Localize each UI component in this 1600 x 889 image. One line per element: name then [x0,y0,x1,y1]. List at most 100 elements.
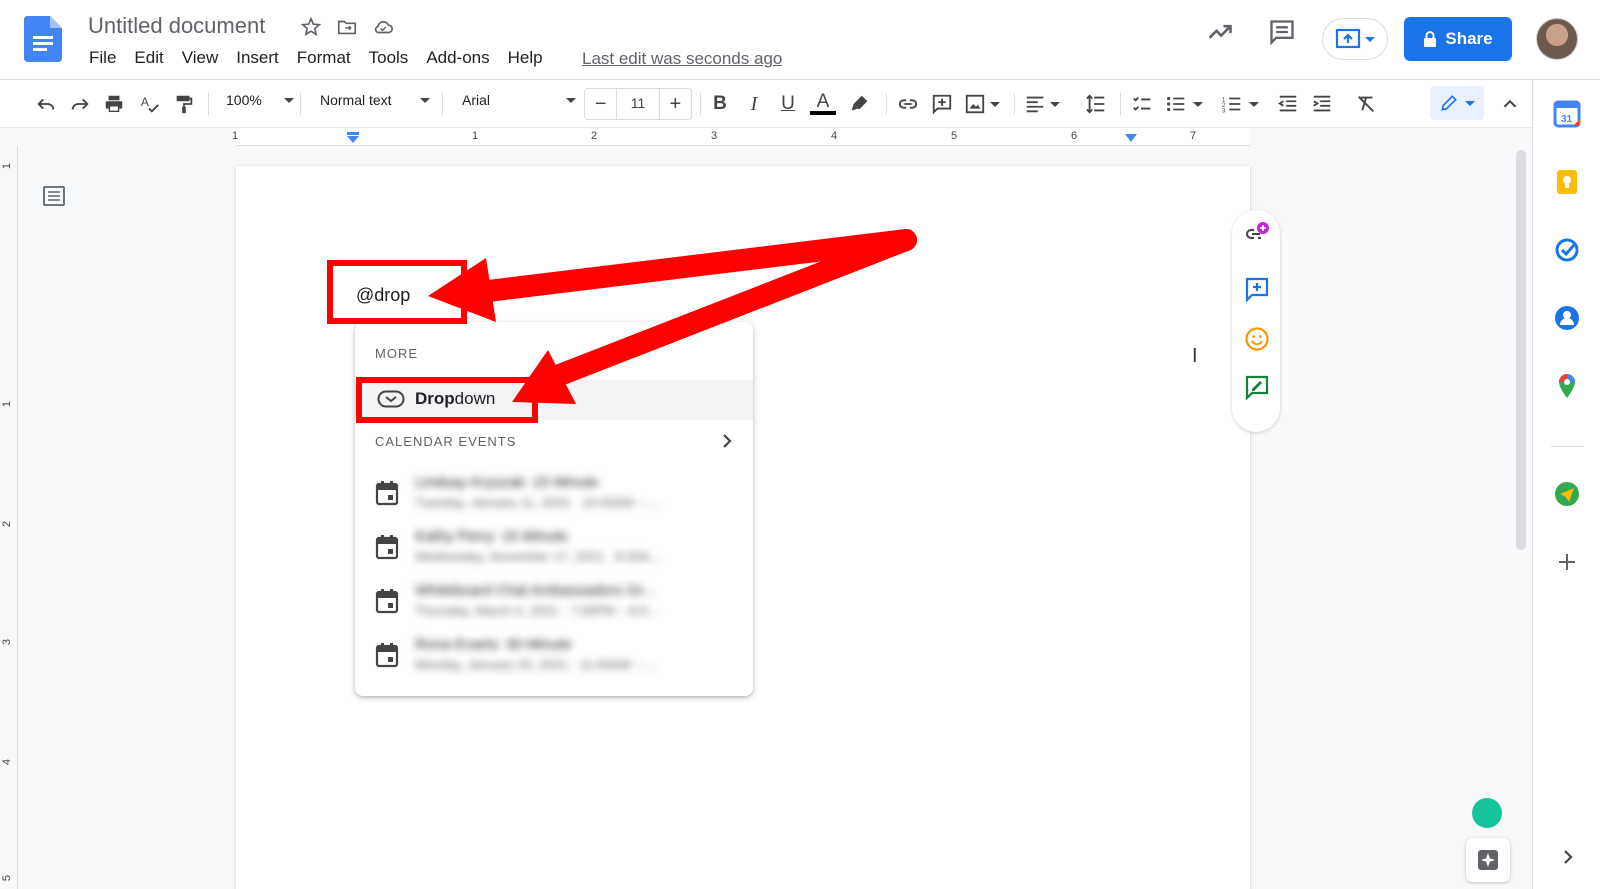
zoom-value: 100% [226,92,262,108]
font-select[interactable]: Arial [462,92,577,108]
editing-mode-button[interactable] [1430,86,1484,120]
calendar-event-icon [375,643,399,668]
avatar[interactable] [1536,18,1578,60]
bulleted-list-icon[interactable] [1162,90,1206,118]
share-button[interactable]: Share [1404,17,1512,61]
lock-icon [1424,31,1437,47]
comments-icon[interactable] [1268,18,1296,46]
menu-file[interactable]: File [80,48,125,68]
addon-paper-plane-icon[interactable] [1553,480,1581,508]
share-label: Share [1445,29,1493,48]
calendar-event-item[interactable]: Kathy Perry: 15 Minute Wednesday, Novembe… [375,526,715,574]
bold-icon[interactable]: B [706,90,734,118]
expand-side-panel-icon[interactable] [1560,848,1576,866]
star-icon[interactable] [300,16,322,38]
highlight-icon[interactable] [846,90,874,118]
chevron-down-icon [566,97,577,103]
add-comment-icon[interactable] [1244,276,1270,302]
style-value: Normal text [320,92,392,108]
chevron-down-icon [1465,100,1475,106]
zoom-select[interactable]: 100% [226,92,294,108]
spellcheck-icon[interactable]: A [136,90,164,118]
horizontal-ruler[interactable]: 1 1 2 3 4 5 6 7 [0,128,1532,146]
maps-app-icon[interactable] [1553,372,1581,400]
menu-bar: File Edit View Insert Format Tools Add-o… [80,48,552,68]
right-indent-marker[interactable] [1124,134,1138,144]
line-spacing-icon[interactable] [1082,90,1110,118]
menu-tools[interactable]: Tools [360,48,418,68]
document-title[interactable]: Untitled document [88,13,265,39]
paragraph-style-select[interactable]: Normal text [320,92,430,108]
decrease-indent-icon[interactable] [1274,90,1302,118]
insert-image-icon[interactable] [962,90,1002,118]
present-button[interactable] [1322,18,1388,60]
contacts-app-icon[interactable] [1553,304,1581,332]
increase-font-size-button[interactable]: + [660,93,691,116]
menu-view[interactable]: View [173,48,228,68]
calendar-event-item[interactable]: Whiteboard Chat Ambassadors Gr... Thursda… [375,580,715,628]
activity-trend-icon[interactable] [1206,18,1234,46]
checklist-icon[interactable] [1128,90,1156,118]
svg-text:A: A [141,95,149,109]
move-folder-icon[interactable] [336,16,358,38]
side-panel: 31 [1532,80,1600,889]
link-suggestion-icon[interactable] [1244,220,1270,246]
ruler-number: 7 [1190,130,1197,142]
align-icon[interactable] [1022,90,1062,118]
calendar-event-item[interactable]: Rona Evarts: 30 Minute Monday, January 25… [375,634,715,682]
vertical-ruler[interactable]: 1 1 2 3 4 5 [0,146,18,889]
font-size-input[interactable]: 11 [616,88,660,120]
chevron-right-icon[interactable] [719,432,735,450]
paint-format-icon[interactable] [170,90,198,118]
text-color-icon[interactable]: A [808,90,838,118]
explore-star-icon [1478,850,1498,870]
calendar-event-item[interactable]: Lindsay Kryszak: 15 Minute Tuesday, Janua… [375,472,715,520]
menu-addons[interactable]: Add-ons [417,48,498,68]
svg-text:31: 31 [1561,114,1573,125]
calendar-app-icon[interactable]: 31 [1553,100,1581,128]
decrease-font-size-button[interactable]: − [585,93,616,116]
underline-icon[interactable]: U [774,90,802,118]
document-outline-icon[interactable] [42,184,66,208]
ruler-number: 4 [1,758,14,766]
insert-link-icon[interactable] [894,90,922,118]
last-edit-link[interactable]: Last edit was seconds ago [582,49,782,69]
undo-icon[interactable] [32,90,60,118]
floating-actions [1232,210,1280,432]
vertical-scrollbar[interactable] [1516,150,1526,550]
left-indent-marker[interactable] [346,132,360,144]
explore-button[interactable] [1466,838,1510,882]
chevron-down-icon [283,97,294,103]
cloud-status-icon[interactable] [372,16,394,38]
menu-help[interactable]: Help [499,48,552,68]
grammarly-icon[interactable] [1472,798,1502,828]
font-value: Arial [462,92,491,108]
keep-app-icon[interactable] [1553,168,1581,196]
text-cursor-icon: I [1192,345,1198,367]
get-addons-plus-icon[interactable] [1553,548,1581,576]
annotation-box-typed-text [327,260,467,324]
clear-formatting-icon[interactable] [1352,90,1380,118]
redo-icon[interactable] [66,90,94,118]
italic-icon[interactable]: I [740,90,768,118]
suggest-edits-icon[interactable] [1244,374,1270,400]
collapse-menu-icon[interactable] [1498,90,1522,118]
section-header-calendar: CALENDAR EVENTS [375,434,517,449]
increase-indent-icon[interactable] [1308,90,1336,118]
print-icon[interactable] [100,90,128,118]
ruler-number: 2 [591,130,598,142]
ruler-number: 5 [951,130,958,142]
menu-insert[interactable]: Insert [227,48,288,68]
emoji-reaction-icon[interactable] [1244,326,1270,352]
add-comment-icon[interactable] [928,90,956,118]
numbered-list-icon[interactable]: 123 [1218,90,1262,118]
ruler-number: 1 [1,162,14,170]
tasks-app-icon[interactable] [1553,236,1581,264]
docs-logo-icon[interactable] [24,16,62,62]
event-title: Rona Evarts: 30 Minute [415,636,572,653]
chevron-down-icon [1365,36,1375,42]
annotation-box-dropdown [356,377,538,423]
menu-edit[interactable]: Edit [125,48,172,68]
event-title: Lindsay Kryszak: 15 Minute [415,474,599,491]
menu-format[interactable]: Format [288,48,360,68]
